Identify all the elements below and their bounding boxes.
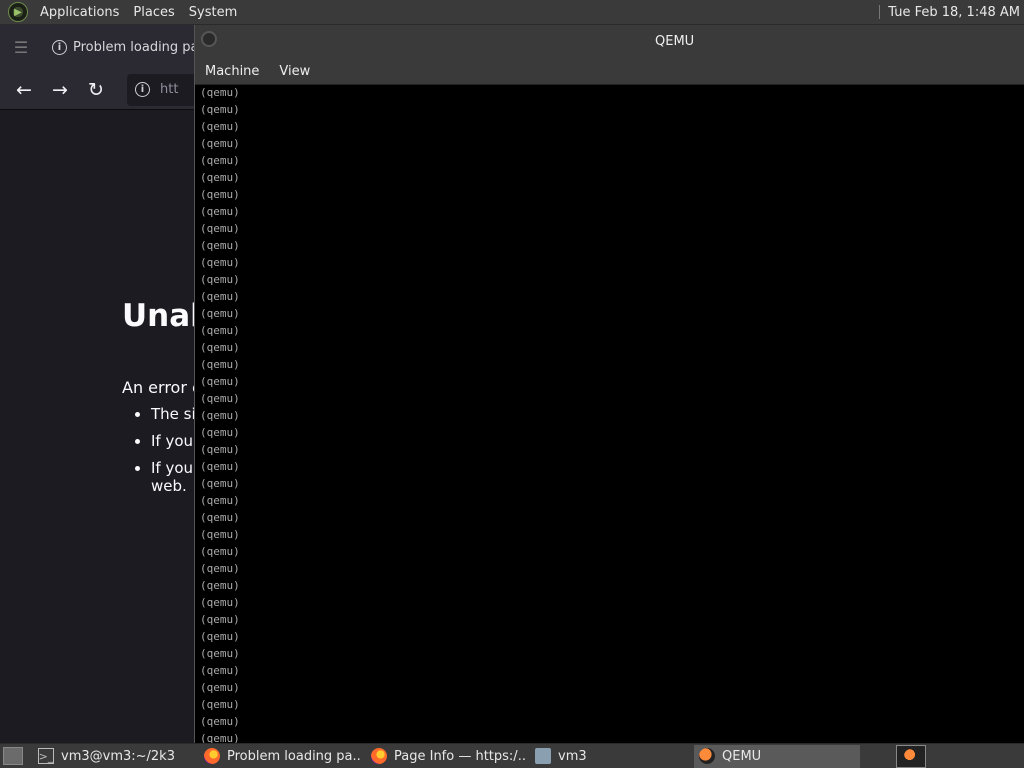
console-line: (qemu) — [200, 596, 240, 609]
error-description: An error c — [122, 378, 201, 397]
taskbar-item-label: vm3 — [558, 748, 587, 764]
applications-menu[interactable]: Applications — [33, 5, 126, 20]
console-line: (qemu) — [200, 511, 240, 524]
console-line: (qemu) — [200, 630, 240, 643]
taskbar-item-label: QEMU — [722, 748, 762, 764]
console-line: (qemu) — [200, 137, 240, 150]
show-desktop-icon[interactable] — [3, 747, 23, 765]
qemu-monitor-console[interactable]: (qemu) (qemu) (qemu) (qemu) (qemu) (qemu) (qem… — [200, 84, 1024, 743]
task-list: >_ vm3@vm3:~/2k3 Problem loading pa... Page… — [33, 744, 864, 768]
console-line: (qemu) — [200, 154, 240, 167]
console-line: (qemu) — [200, 239, 240, 252]
qemu-window: QEMU Machine View (qemu) (qemu) (qemu) (qem… — [194, 25, 1024, 743]
terminal-icon: >_ — [38, 748, 54, 764]
clock[interactable]: Tue Feb 18, 1:48 AM — [888, 5, 1020, 20]
console-line: (qemu) — [200, 120, 240, 133]
console-line: (qemu) — [200, 443, 240, 456]
taskbar-item[interactable]: Problem loading pa... — [199, 745, 362, 768]
console-line: (qemu) — [200, 545, 240, 558]
console-line: (qemu) — [200, 477, 240, 490]
console-line: (qemu) — [200, 273, 240, 286]
taskbar-item-label: vm3@vm3:~/2k3 — [61, 748, 175, 764]
console-line: (qemu) — [200, 494, 240, 507]
window-title: QEMU — [655, 34, 695, 49]
console-line: (qemu) — [200, 681, 240, 694]
qemu-tray-icon[interactable] — [904, 749, 918, 763]
console-line: (qemu) — [200, 324, 240, 337]
console-line: (qemu) — [200, 375, 240, 388]
info-icon: i — [52, 40, 67, 55]
taskbar: >_ vm3@vm3:~/2k3 Problem loading pa... Page… — [0, 743, 1024, 768]
qemu-menubar: Machine View — [195, 58, 1024, 85]
console-line: (qemu) — [200, 307, 240, 320]
firefox-icon — [204, 748, 220, 764]
taskbar-item[interactable]: QEMU — [694, 744, 860, 768]
console-line: (qemu) — [200, 647, 240, 660]
forward-arrow-icon[interactable]: → — [42, 74, 78, 106]
console-line: (qemu) — [200, 664, 240, 677]
taskbar-item[interactable]: vm3 — [530, 745, 690, 768]
console-line: (qemu) — [200, 698, 240, 711]
console-line: (qemu) — [200, 86, 240, 99]
system-menu[interactable]: System — [182, 5, 244, 20]
taskbar-item[interactable]: >_ vm3@vm3:~/2k3 — [33, 745, 195, 768]
qemu-titlebar[interactable]: QEMU — [195, 25, 1024, 58]
console-line: (qemu) — [200, 732, 240, 743]
console-line: (qemu) — [200, 188, 240, 201]
tab-list-icon[interactable]: ☰ — [6, 33, 36, 63]
qemu-icon — [699, 748, 715, 764]
top-panel: ▶ Applications Places System Tue Feb 18,… — [0, 0, 1024, 25]
taskbar-item[interactable]: Page Info — https:/... — [366, 745, 526, 768]
console-line: (qemu) — [200, 715, 240, 728]
console-line: (qemu) — [200, 613, 240, 626]
console-line: (qemu) — [200, 103, 240, 116]
console-line: (qemu) — [200, 409, 240, 422]
console-line: (qemu) — [200, 460, 240, 473]
console-line: (qemu) — [200, 562, 240, 575]
console-line: (qemu) — [200, 426, 240, 439]
back-arrow-icon[interactable]: ← — [6, 74, 42, 106]
console-line: (qemu) — [200, 358, 240, 371]
panel-divider — [879, 5, 881, 19]
tab-title: Problem loading pa — [73, 40, 199, 55]
folder-icon — [535, 748, 551, 764]
firefox-icon — [371, 748, 387, 764]
console-line: (qemu) — [200, 392, 240, 405]
taskbar-item-label: Page Info — https:/... — [394, 748, 526, 764]
console-line: (qemu) — [200, 222, 240, 235]
console-line: (qemu) — [200, 205, 240, 218]
machine-menu[interactable]: Machine — [195, 64, 269, 79]
console-line: (qemu) — [200, 528, 240, 541]
workspace-switcher[interactable] — [896, 744, 926, 768]
view-menu[interactable]: View — [269, 64, 320, 79]
taskbar-item-label: Problem loading pa... — [227, 748, 362, 764]
distro-logo-icon[interactable]: ▶ — [8, 2, 28, 22]
console-line: (qemu) — [200, 256, 240, 269]
url-text: htt — [160, 82, 179, 97]
reload-icon[interactable]: ↻ — [78, 74, 114, 106]
places-menu[interactable]: Places — [126, 5, 181, 20]
console-line: (qemu) — [200, 290, 240, 303]
site-info-icon[interactable]: i — [135, 82, 150, 97]
console-line: (qemu) — [200, 579, 240, 592]
console-line: (qemu) — [200, 171, 240, 184]
console-line: (qemu) — [200, 341, 240, 354]
